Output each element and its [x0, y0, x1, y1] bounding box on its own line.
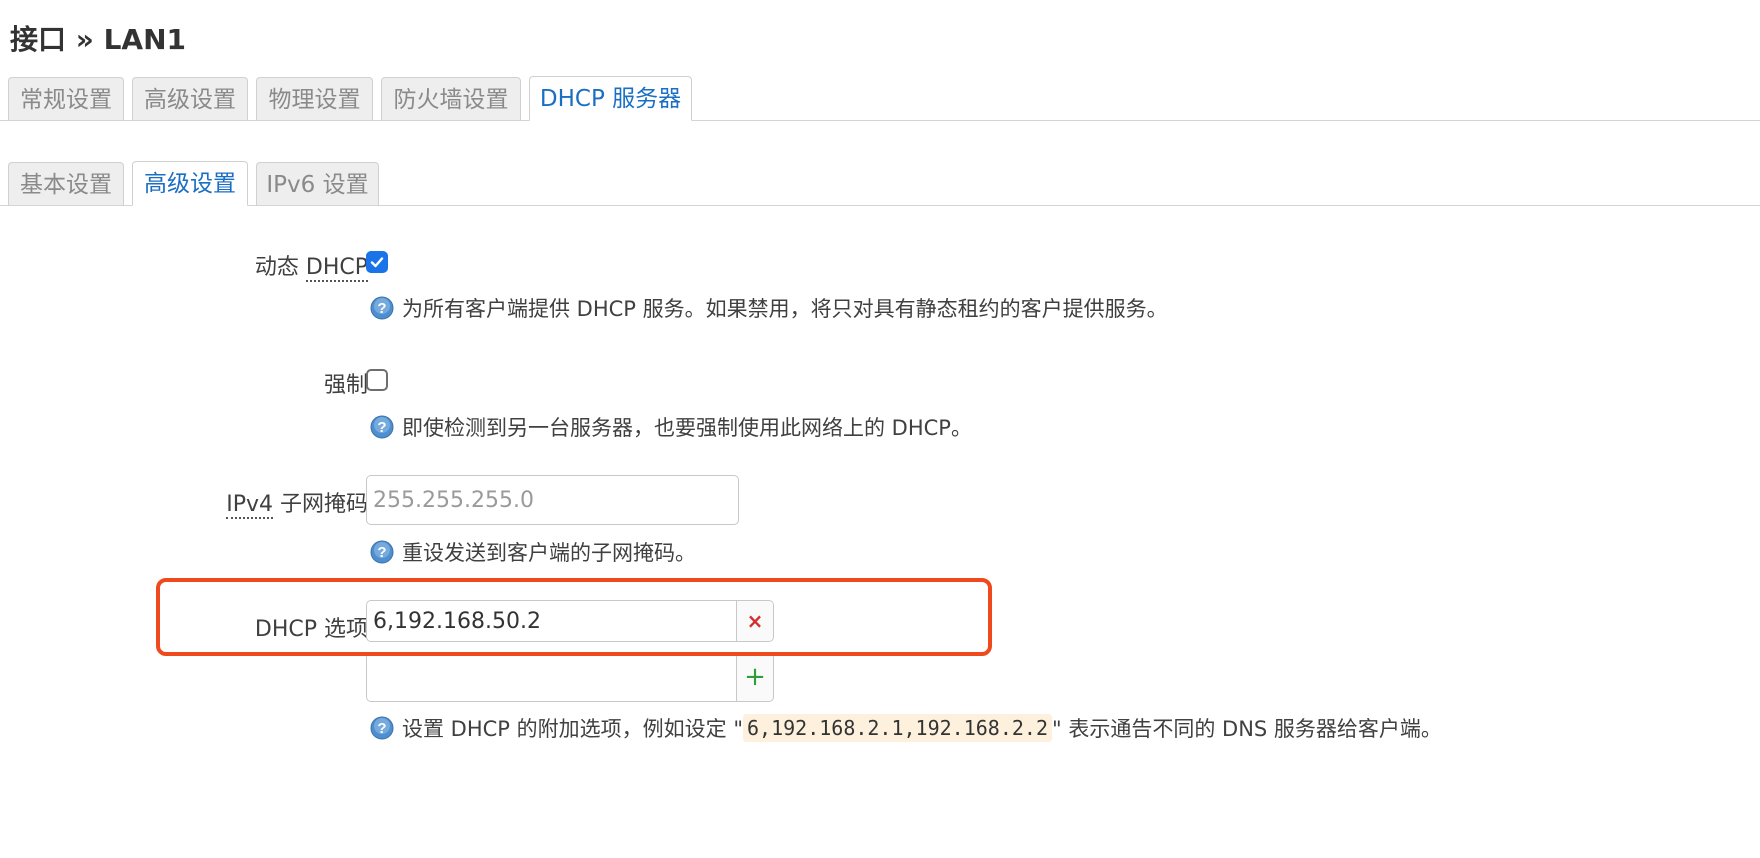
force-checkbox[interactable]	[366, 369, 388, 391]
force-help-text: 即使检测到另一台服务器，也要强制使用此网络上的 DHCP。	[402, 416, 972, 440]
dhcp-options-help-suffix: " 表示通告不同的 DNS 服务器给客户端。	[1052, 717, 1442, 741]
dhcp-options-label: DHCP 选项	[254, 617, 368, 642]
ipv4-netmask-help: ? 重设发送到客户端的子网掩码。	[370, 537, 696, 567]
ipv4-netmask-input[interactable]	[366, 475, 739, 525]
help-question-icon: ?	[370, 716, 394, 740]
dhcp-options-help: ? 设置 DHCP 的附加选项，例如设定 " 6,192.168.2.1,192.…	[370, 713, 1442, 743]
subtab-ipv6-settings[interactable]: IPv6 设置	[256, 162, 379, 206]
remove-option-button[interactable]: ×	[737, 600, 774, 642]
subtab-basic-settings[interactable]: 基本设置	[8, 162, 124, 206]
help-question-icon: ?	[370, 540, 394, 564]
tab-general-settings[interactable]: 常规设置	[8, 77, 124, 121]
svg-text:?: ?	[377, 544, 386, 561]
add-option-button[interactable]: +	[737, 652, 774, 702]
dhcp-options-help-prefix: 设置 DHCP 的附加选项，例如设定 "	[402, 717, 743, 741]
ipv4-netmask-help-text: 重设发送到客户端的子网掩码。	[402, 541, 696, 565]
force-help: ? 即使检测到另一台服务器，也要强制使用此网络上的 DHCP。	[370, 412, 972, 442]
tab-dhcp-server[interactable]: DHCP 服务器	[529, 76, 692, 121]
svg-text:?: ?	[377, 720, 386, 737]
remove-x-icon: ×	[746, 609, 764, 633]
tab-physical-settings[interactable]: 物理设置	[256, 77, 373, 121]
checkmark-icon	[370, 257, 384, 268]
dynamic-dhcp-checkbox[interactable]	[366, 251, 388, 273]
ipv4-netmask-label: IPv4 子网掩码	[226, 486, 368, 519]
ipv4-netmask-label-suffix: 子网掩码	[273, 492, 368, 517]
plus-icon: +	[744, 662, 766, 692]
tab-advanced-settings[interactable]: 高级设置	[132, 77, 248, 121]
dhcp-option-input-1[interactable]	[366, 600, 737, 642]
svg-text:?: ?	[377, 419, 386, 436]
force-label: 强制	[323, 373, 368, 398]
dhcp-option-input-2[interactable]	[366, 652, 737, 702]
svg-text:?: ?	[377, 300, 386, 317]
help-question-icon: ?	[370, 296, 394, 320]
dynamic-dhcp-label: 动态 DHCP	[254, 249, 368, 282]
interface-settings-page: 接口 » LAN1 常规设置 高级设置 物理设置 防火墙设置 DHCP 服务器 …	[0, 0, 1760, 858]
main-tab-bar: 常规设置 高级设置 物理设置 防火墙设置 DHCP 服务器	[0, 72, 1760, 121]
subtab-advanced-settings[interactable]: 高级设置	[132, 161, 248, 206]
dhcp-options-example-code: 6,192.168.2.1,192.168.2.2	[742, 714, 1053, 742]
dynamic-dhcp-help: ? 为所有客户端提供 DHCP 服务。如果禁用，将只对具有静态租约的客户提供服务…	[370, 293, 1168, 323]
sub-tab-bar: 基本设置 高级设置 IPv6 设置	[0, 157, 1760, 206]
page-title: 接口 » LAN1	[10, 23, 187, 56]
tab-firewall-settings[interactable]: 防火墙设置	[381, 77, 521, 121]
dhcp-abbr: DHCP	[305, 255, 368, 282]
dynamic-dhcp-help-text: 为所有客户端提供 DHCP 服务。如果禁用，将只对具有静态租约的客户提供服务。	[402, 297, 1168, 321]
help-question-icon: ?	[370, 415, 394, 439]
ipv4-abbr: IPv4	[226, 492, 273, 519]
dynamic-dhcp-label-prefix: 动态	[254, 255, 306, 280]
